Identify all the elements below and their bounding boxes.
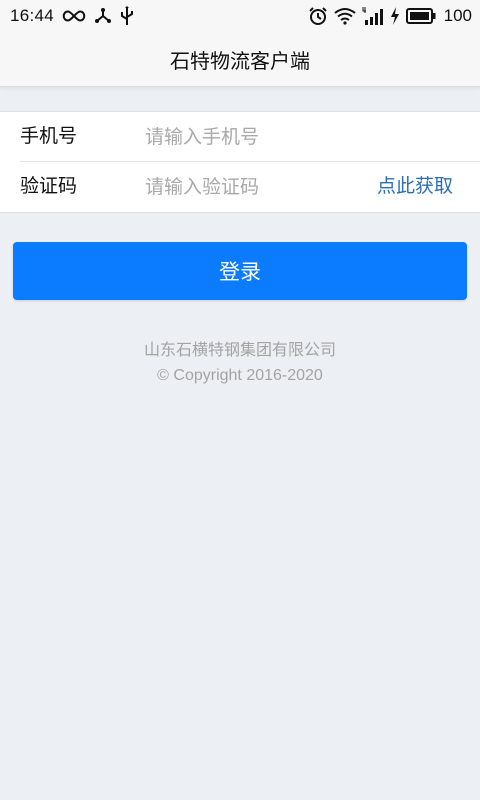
- status-time: 16:44: [10, 6, 55, 25]
- login-form: 手机号 验证码 点此获取: [0, 111, 480, 213]
- login-button-label: 登录: [219, 260, 261, 284]
- code-row: 验证码 点此获取: [0, 162, 480, 211]
- footer-copyright: © Copyright 2016-2020: [157, 367, 323, 384]
- get-code-button[interactable]: 点此获取: [377, 162, 453, 211]
- code-label: 验证码: [20, 175, 78, 197]
- status-bar: 16:44 100: [0, 0, 480, 32]
- phone-row: 手机号: [0, 112, 480, 161]
- infinity-icon: [62, 9, 86, 23]
- footer-company: 山东石横特钢集团有限公司: [143, 340, 336, 359]
- alarm-icon: [308, 6, 328, 26]
- login-button[interactable]: 登录: [13, 242, 467, 300]
- wifi-icon: [334, 7, 356, 25]
- footer: 山东石横特钢集团有限公司 © Copyright 2016-2020: [0, 338, 480, 390]
- battery-icon: [405, 8, 436, 24]
- phone-input[interactable]: [145, 121, 355, 153]
- phone-label: 手机号: [20, 125, 78, 147]
- battery-level: 100: [443, 6, 472, 25]
- status-right: 100: [308, 0, 472, 32]
- signal-4g-icon: [362, 6, 384, 26]
- usb-icon: [120, 6, 134, 26]
- status-left: 16:44: [10, 0, 134, 32]
- title-bar: 石特物流客户端: [0, 32, 480, 87]
- code-input[interactable]: [145, 171, 355, 203]
- share-nodes-icon: [94, 7, 112, 25]
- page-title: 石特物流客户端: [170, 48, 310, 73]
- charging-icon: [390, 7, 400, 25]
